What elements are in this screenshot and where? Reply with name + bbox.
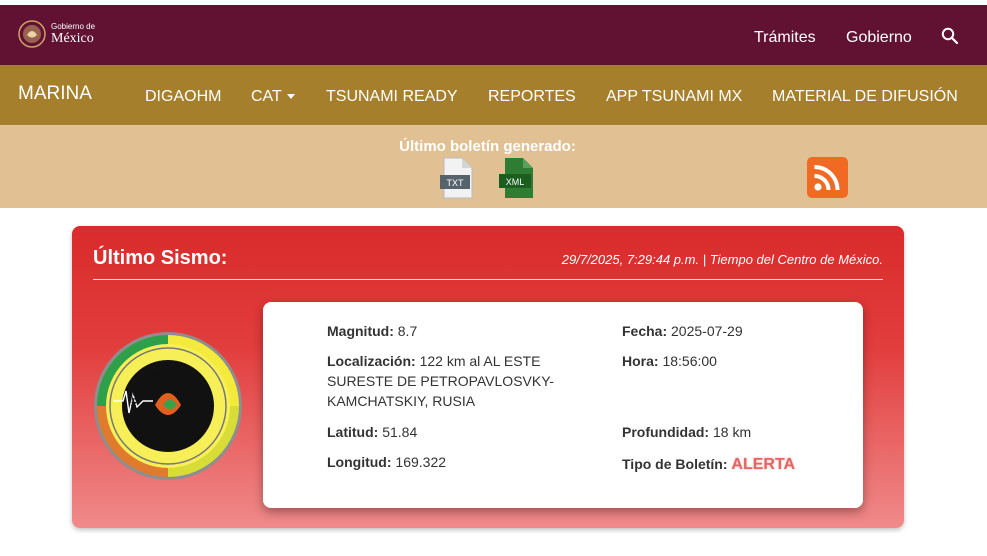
nav-item-cat[interactable]: CAT: [251, 88, 295, 106]
nav-item-material[interactable]: MATERIAL DE DIFUSIÓN: [772, 88, 958, 106]
location-label: Localización:: [327, 353, 416, 369]
latitude-value: 51.84: [382, 424, 418, 440]
nav-item-tsunami-ready[interactable]: TSUNAMI READY: [326, 88, 458, 106]
depth-field: Profundidad: 18 km: [622, 422, 751, 442]
brand-marina[interactable]: MARINA: [18, 83, 92, 105]
main-nav: MARINA DIGAOHM CAT TSUNAMI READY REPORTE…: [0, 65, 987, 125]
depth-label: Profundidad:: [622, 424, 710, 440]
nav-item-reportes[interactable]: REPORTES: [488, 88, 576, 106]
seal-icon: [18, 20, 46, 48]
card-title: Último Sismo:: [93, 247, 228, 269]
location-value-line2: SURESTE DE PETROPAVLOSVKY-: [327, 373, 554, 389]
gov-header: Gobierno de México Trámites Gobierno: [0, 5, 987, 65]
time-field: Hora: 18:56:00: [622, 351, 717, 371]
xml-label: XML: [506, 177, 525, 187]
search-icon[interactable]: [941, 27, 959, 45]
nav-item-digaohm[interactable]: DIGAOHM: [145, 88, 221, 106]
txt-file-icon[interactable]: TXT: [440, 157, 476, 199]
bulletin-title: Último boletín generado:: [399, 138, 576, 155]
alert-status-badge: ALERTA: [731, 456, 796, 473]
location-value-line1: 122 km al AL ESTE: [419, 353, 541, 369]
card-divider: [93, 279, 883, 280]
location-field: Localización: 122 km al AL ESTE SURESTE …: [327, 351, 577, 411]
depth-value: 18 km: [713, 424, 752, 440]
date-value: 2025-07-29: [671, 323, 743, 339]
magnitude-value: 8.7: [397, 323, 418, 339]
longitude-value: 169.322: [395, 454, 447, 470]
tsunami-center-emblem-icon: CENTRO DE ALERTA DE TSUNAMIS: [93, 331, 242, 480]
tramites-link[interactable]: Trámites: [754, 29, 816, 47]
latitude-field: Latitud: 51.84: [327, 422, 417, 442]
gobierno-link[interactable]: Gobierno: [846, 29, 912, 47]
date-label: Fecha:: [622, 323, 668, 339]
caret-down-icon: [286, 94, 295, 100]
time-value: 18:56:00: [662, 353, 717, 369]
gov-logo[interactable]: Gobierno de México: [18, 20, 95, 48]
magnitude-label: Magnitud:: [327, 323, 394, 339]
logo-small-text: Gobierno de: [51, 21, 96, 31]
longitude-field: Longitud: 169.322: [327, 452, 446, 472]
longitude-label: Longitud:: [327, 454, 392, 470]
nav-item-cat-label: CAT: [251, 88, 282, 105]
quake-info-panel: Magnitud: 8.7 Localización: 122 km al AL…: [263, 302, 863, 508]
txt-label: TXT: [447, 178, 465, 188]
xml-file-icon[interactable]: XML: [499, 157, 535, 199]
location-value-line3: KAMCHATSKIY, RUSIA: [327, 393, 476, 409]
magnitude-field: Magnitud: 8.7: [327, 321, 417, 341]
bulletin-type-field: Tipo de Boletín: ALERTA: [622, 454, 795, 475]
latitude-label: Latitud:: [327, 424, 379, 440]
rss-icon[interactable]: [807, 157, 848, 198]
time-label: Hora:: [622, 353, 659, 369]
quake-timestamp: 29/7/2025, 7:29:44 p.m. | Tiempo del Cen…: [561, 252, 883, 267]
latest-quake-card: Último Sismo: 29/7/2025, 7:29:44 p.m. | …: [72, 226, 904, 528]
date-field: Fecha: 2025-07-29: [622, 321, 743, 341]
logo-big-text: México: [51, 30, 94, 46]
nav-item-app-tsunami[interactable]: APP TSUNAMI MX: [606, 88, 742, 106]
bulletin-type-label: Tipo de Boletín:: [622, 456, 728, 472]
